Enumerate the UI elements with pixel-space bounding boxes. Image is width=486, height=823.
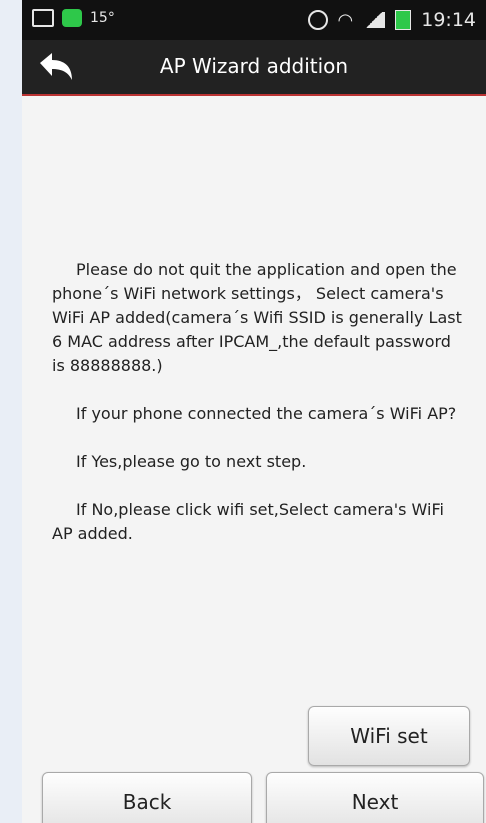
instruction-paragraph-2: If your phone connected the camera´s WiF…: [76, 404, 457, 423]
phone-screen: 15° ◠ 19:14 AP Wizard addition Please do…: [22, 0, 486, 823]
title-bar: AP Wizard addition: [22, 40, 486, 96]
next-button[interactable]: Next: [266, 772, 484, 823]
wifi-signal-icon: ◠: [337, 9, 354, 31]
status-left: 15°: [32, 9, 115, 27]
back-button[interactable]: Back: [42, 772, 252, 823]
status-bar: 15° ◠ 19:14: [22, 0, 486, 40]
cell-signal-icon: [363, 12, 386, 28]
message-notification-icon: [62, 9, 82, 27]
wifi-set-button[interactable]: WiFi set: [308, 706, 470, 766]
instruction-paragraph-3: If Yes,please go to next step.: [76, 452, 307, 471]
clock: 19:14: [421, 9, 476, 31]
gallery-notification-icon: [32, 9, 54, 27]
page-title: AP Wizard addition: [159, 54, 349, 78]
temperature-indicator: 15°: [90, 10, 115, 26]
alarm-icon: [307, 10, 328, 30]
status-right: ◠ 19:14: [307, 9, 476, 31]
instruction-paragraph-4: If No,please click wifi set,Select camer…: [52, 500, 444, 543]
battery-icon: [395, 10, 412, 30]
instructions-text: Please do not quit the application and o…: [52, 258, 464, 570]
instruction-paragraph-1: Please do not quit the application and o…: [52, 260, 462, 375]
